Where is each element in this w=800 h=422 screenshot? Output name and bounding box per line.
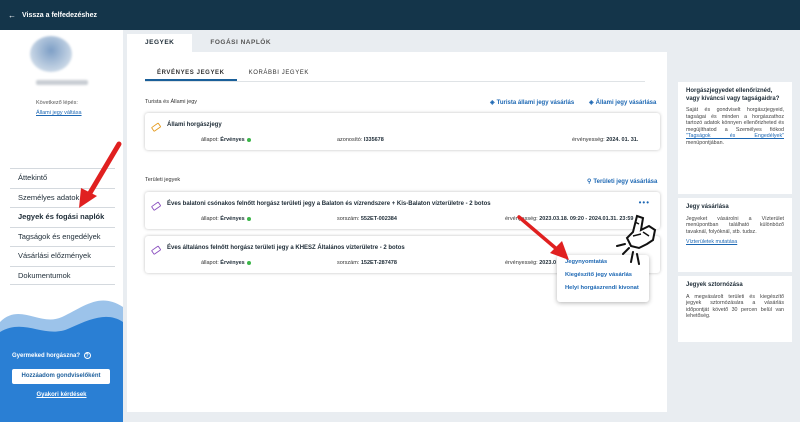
memberships-link[interactable]: "Tagságok és Engedélyek"	[686, 133, 784, 139]
help-icon[interactable]: ?	[83, 352, 91, 359]
info-box-cancel-ticket: Jegyek sztornózása A megvásárolt terület…	[678, 276, 792, 342]
ticket-name: Éves balatoni csónakos felnőtt horgász t…	[167, 201, 491, 207]
annotation-arrow-print-icon	[517, 215, 569, 260]
area-ticket-card: Éves balatoni csónakos felnőtt horgász t…	[145, 192, 660, 229]
ticket-link-icon: ◈	[490, 100, 495, 106]
serial-value: 152ET-287478	[360, 260, 397, 266]
sidebar-item-purchase-history[interactable]: Vásárlási előzmények	[10, 246, 115, 266]
validity-label: érvényesség:	[572, 137, 605, 143]
status-label: állapot:	[201, 260, 219, 266]
back-arrow-icon: ←	[8, 10, 16, 20]
hand-pointer-icon	[616, 214, 657, 265]
status-value: Érvényes	[220, 216, 245, 222]
username-blurred	[36, 80, 88, 85]
info-box-body: A megvásárolt területi és kiegészítő jeg…	[686, 293, 784, 320]
status-label: állapot:	[201, 137, 219, 143]
tab-catch-logs[interactable]: FOGÁSI NAPLÓK	[192, 34, 289, 52]
state-ticket-buy-label: Állami jegy vásárlása	[595, 100, 657, 106]
menu-item-local-rules[interactable]: Helyi horgászrendi kivonat	[557, 281, 649, 294]
main-panel: ÉRVÉNYES JEGYEK KORÁBBI JEGYEK Turista é…	[127, 52, 667, 412]
state-ticket-buy-link[interactable]: ◈ Állami jegy vásárlása	[589, 99, 656, 106]
info-box-title: Jegyek sztornózása	[686, 282, 743, 288]
subtab-valid-tickets[interactable]: ÉRVÉNYES JEGYEK	[145, 66, 237, 81]
info-box-body: Saját és gondviselt horgászjegyeid, tags…	[686, 107, 784, 133]
serial-label: sorszám:	[337, 260, 360, 266]
ticket-status: állapot: Érvényes	[201, 216, 251, 222]
subtab-previous-tickets[interactable]: KORÁBBI JEGYEK	[237, 66, 321, 81]
info-box-buy-ticket: Jegy vásárlása Jegyeket vásárolni a Vízt…	[678, 198, 792, 272]
id-value: I335678	[363, 137, 384, 143]
ticket-validity: érvényesség: 2024. 01. 31.	[572, 137, 638, 143]
next-step-label: Következő lépés:	[36, 100, 78, 106]
serial-label: sorszám:	[337, 216, 360, 222]
ticket-serial: sorszám: 152ET-287478	[337, 260, 397, 266]
serial-value: 552ET-002384	[360, 216, 397, 222]
faq-link[interactable]: Gyakori kérdések	[0, 392, 123, 398]
ticket-icon	[151, 201, 161, 211]
sidebar: Következő lépés: Állami jegy váltása Átt…	[0, 30, 123, 422]
avatar	[30, 36, 72, 72]
ticket-subtabs: ÉRVÉNYES JEGYEK KORÁBBI JEGYEK	[145, 66, 645, 82]
tourist-state-ticket-link[interactable]: ◈ Turista állami jegy vásárlás	[490, 99, 574, 106]
valid-status-dot-icon	[246, 216, 251, 221]
ticket-icon	[151, 122, 161, 132]
info-box-body: Jegyeket vásárolni a Vízterület menüpont…	[686, 215, 784, 235]
tab-tickets[interactable]: JEGYEK	[127, 34, 193, 52]
main-tabs: JEGYEK FOGÁSI NAPLÓK	[127, 34, 289, 52]
info-box-title: Horgászjegyedet ellenőriznéd, vagy kíván…	[686, 88, 780, 102]
info-box-body-end: menüpontjában.	[686, 139, 724, 146]
ticket-status: állapot: Érvényes	[201, 260, 251, 266]
ticket-icon	[151, 245, 161, 255]
location-pin-icon: ⚲	[587, 179, 592, 185]
state-section-title: Turista és Állami jegy	[145, 99, 198, 105]
status-value: Érvényes	[220, 137, 245, 143]
info-box-check-tickets: Horgászjegyedet ellenőriznéd, vagy kíván…	[678, 82, 792, 194]
child-question: Gyermeked horgászna? ?	[12, 352, 91, 359]
info-box-title: Jegy vásárlása	[686, 204, 729, 210]
child-question-text: Gyermeked horgászna?	[12, 353, 81, 359]
sidebar-item-memberships[interactable]: Tagságok és engedélyek	[10, 226, 115, 247]
state-ticket-card: Állami horgászjegy állapot: Érvényes azo…	[145, 113, 660, 150]
ticket-name: Állami horgászjegy	[167, 122, 222, 128]
show-waters-link[interactable]: Vízterületek mutatása	[686, 239, 784, 245]
validity-value: 2024. 01. 31.	[606, 137, 639, 143]
ticket-status: állapot: Érvényes	[201, 137, 251, 143]
back-to-explore-bar[interactable]: ← Vissza a felfedezéshez	[0, 0, 800, 30]
id-label: azonosító:	[337, 137, 363, 143]
ticket-link-icon: ◈	[589, 100, 594, 106]
info-box-text: Saját és gondviselt horgászjegyeid, tags…	[686, 107, 784, 146]
area-ticket-buy-link[interactable]: ⚲ Területi jegy vásárlása	[587, 178, 657, 185]
ticket-id: azonosító: I335678	[337, 137, 384, 143]
ticket-name: Éves általános felnőtt horgász területi …	[167, 245, 405, 251]
status-value: Érvényes	[220, 260, 245, 266]
add-guardian-button[interactable]: Hozzáadom gondviselőként	[12, 369, 110, 384]
area-ticket-buy-label: Területi jegy vásárlása	[593, 179, 658, 185]
valid-status-dot-icon	[246, 137, 251, 142]
tourist-state-ticket-label: Turista állami jegy vásárlás	[496, 100, 575, 106]
status-label: állapot:	[201, 216, 219, 222]
more-options-icon[interactable]: •••	[639, 198, 650, 207]
ticket-serial: sorszám: 552ET-002384	[337, 216, 397, 222]
annotation-arrow-sidebar-icon	[79, 141, 122, 208]
area-section-title: Területi jegyek	[145, 177, 181, 183]
next-step-link[interactable]: Állami jegy váltása	[36, 110, 82, 116]
back-label: Vissza a felfedezéshez	[22, 11, 97, 19]
valid-status-dot-icon	[246, 260, 251, 265]
